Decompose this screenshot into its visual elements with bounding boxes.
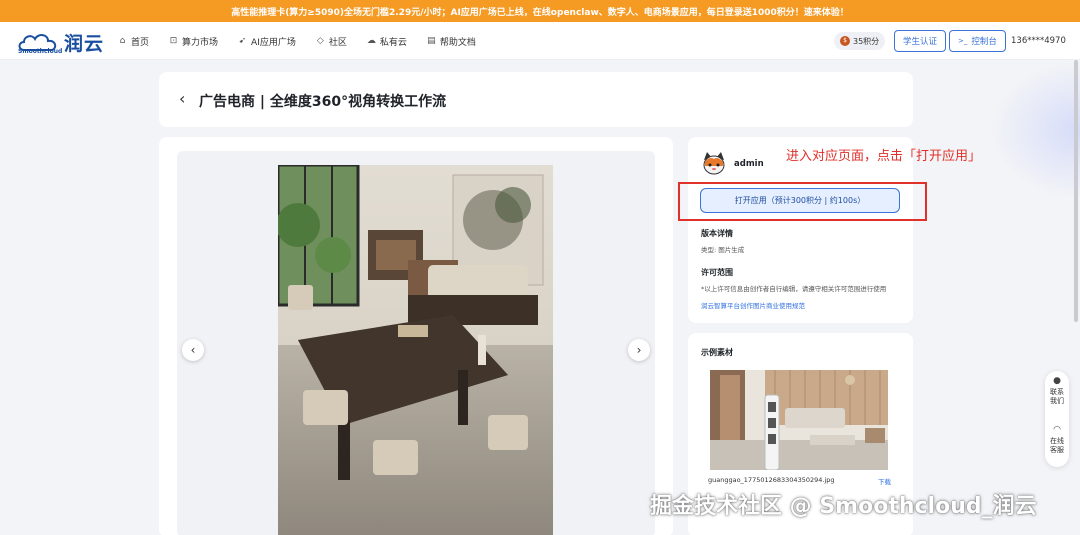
carousel-next-button[interactable]: › (628, 339, 650, 361)
points-badge[interactable]: $ 35积分 (834, 32, 886, 50)
online-service-button[interactable]: ◠ 在线 客服 (1045, 426, 1069, 455)
version-heading: 版本详情 (701, 229, 733, 238)
nav-label: 私有云 (379, 37, 407, 48)
nav-community[interactable]: ◇ 社区 (316, 35, 347, 48)
preview-card: ‹ › (159, 137, 673, 535)
service-label-2: 客服 (1050, 446, 1064, 454)
home-icon: ⌂ (119, 36, 126, 46)
nav-label: AI应用广场 (251, 37, 296, 48)
nav-label: 首页 (131, 37, 150, 48)
open-app-button[interactable]: 打开应用（预计300积分 | 约100s） (700, 188, 900, 213)
back-arrow-icon[interactable]: ‹ (179, 91, 185, 107)
preview-image (278, 165, 553, 535)
app-info-card: admin 打开应用（预计300积分 | 约100s） 版本详情 类型: 图片生… (688, 137, 913, 323)
promo-banner[interactable]: 高性能推理卡(算力≥5090)全场无门槛2.29元/小时；AI应用广场已上线，在… (0, 0, 1080, 22)
nav-label: 算力市场 (182, 37, 219, 48)
console-label: 控制台 (971, 37, 997, 47)
nav-compute-market[interactable]: ⊡ 算力市场 (169, 35, 218, 48)
license-heading: 许可范围 (701, 268, 733, 277)
author-name: admin (734, 159, 764, 169)
app-type: 类型: 图片生成 (701, 246, 745, 254)
annotation-text: 进入对应页面，点击「打开应用」 (786, 149, 982, 164)
cart-icon: ⊡ (169, 36, 178, 46)
promo-banner-text: 高性能推理卡(算力≥5090)全场无门槛2.29元/小时；AI应用广场已上线，在… (231, 7, 849, 18)
page-title: 广告电商 | 全维度360°视角转换工作流 (199, 94, 447, 110)
chevron-right-icon: › (636, 343, 642, 357)
user-account[interactable]: 136****4970 (1011, 36, 1066, 46)
title-card: ‹ 广告电商 | 全维度360°视角转换工作流 (159, 72, 913, 127)
watermark: 掘金技术社区 @ Smoothcloud_润云 (650, 494, 1037, 519)
carousel-prev-button[interactable]: ‹ (182, 339, 204, 361)
author-avatar[interactable] (701, 150, 727, 176)
doc-icon: ▤ (427, 36, 436, 46)
samples-heading: 示例素材 (701, 348, 733, 357)
nav-help-docs[interactable]: ▤ 帮助文档 (427, 35, 476, 48)
brand-name-en: Smoothcloud (18, 48, 63, 55)
download-link[interactable]: 下载 (878, 476, 891, 486)
background-glow (990, 60, 1080, 200)
contact-label-1: 联系 (1050, 388, 1064, 396)
user-icon: ● (1053, 376, 1061, 386)
image-carousel: ‹ › (177, 151, 655, 535)
coin-icon: $ (840, 36, 850, 46)
top-navbar: 润云 Smoothcloud ⌂ 首页 ⊡ 算力市场 ➹ AI应用广场 ◇ 社区… (0, 22, 1080, 60)
terminal-icon: >_ (958, 37, 968, 45)
nav-label: 帮助文档 (439, 37, 476, 48)
points-value: 35积分 (853, 36, 880, 46)
nav-private-cloud[interactable]: ☁ 私有云 (367, 35, 407, 48)
chevron-left-icon: ‹ (190, 343, 196, 357)
sample-image[interactable] (710, 370, 888, 470)
nav-label: 社区 (328, 37, 347, 48)
service-label-1: 在线 (1050, 437, 1064, 445)
community-icon: ◇ (316, 36, 324, 46)
cloud-icon: ☁ (366, 36, 376, 46)
student-auth-button[interactable]: 学生认证 (894, 30, 947, 52)
license-text: *以上许可信息由创作者自行编辑，请遵守相关许可范围进行使用 (701, 285, 887, 293)
nav-home[interactable]: ⌂ 首页 (118, 35, 149, 48)
cat-avatar-icon (701, 150, 727, 176)
rocket-icon: ➹ (238, 36, 247, 46)
open-app-label: 打开应用（预计300积分 | 约100s） (734, 196, 866, 205)
console-button[interactable]: >_ 控制台 (949, 30, 1006, 52)
sample-file-name: guanggao_1775012683304350294.jpg (708, 476, 835, 484)
tea-room-image (278, 165, 553, 535)
logo[interactable]: 润云 Smoothcloud (16, 27, 111, 57)
license-link[interactable]: 润云智算平台创作图片商业使用规范 (701, 300, 805, 310)
headset-icon: ◠ (1053, 425, 1061, 435)
floating-contact-panel: ● 联系 我们 ◠ 在线 客服 (1045, 371, 1069, 467)
brand-name: 润云 (64, 32, 105, 55)
nav-ai-apps[interactable]: ➹ AI应用广场 (238, 35, 296, 48)
contact-us-button[interactable]: ● 联系 我们 (1045, 377, 1069, 406)
student-auth-label: 学生认证 (903, 37, 938, 47)
page-scrollbar[interactable] (1074, 60, 1078, 322)
main-nav: ⌂ 首页 ⊡ 算力市场 ➹ AI应用广场 ◇ 社区 ☁ 私有云 ▤ 帮助文档 (118, 22, 496, 60)
contact-label-2: 我们 (1050, 397, 1064, 405)
living-room-image (710, 370, 888, 470)
